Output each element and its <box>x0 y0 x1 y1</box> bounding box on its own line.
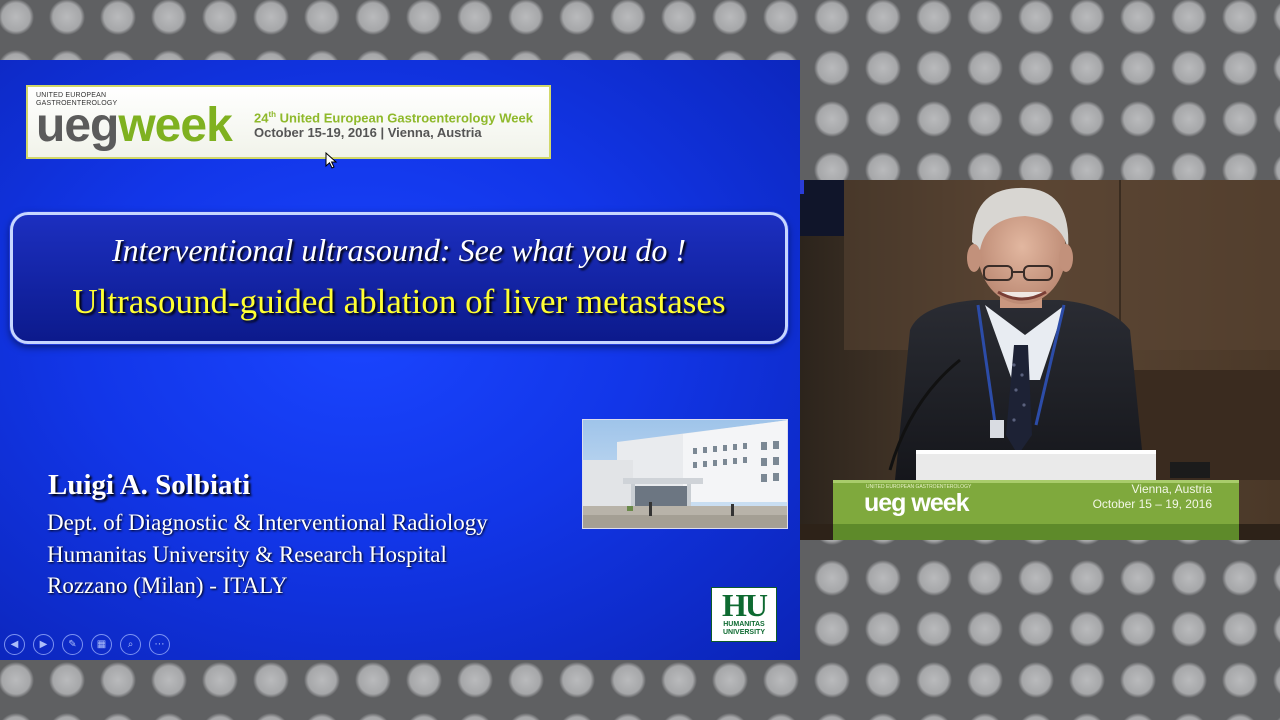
slide-title-line-1: Interventional ultrasound: See what you … <box>111 232 687 268</box>
ueg-week-logo: uegweek <box>36 99 236 153</box>
hu-initials: HU <box>722 587 768 623</box>
banner-event-name: 24th United European Gastroenterology We… <box>254 107 554 126</box>
hu-logo-line-2: UNIVERSITY <box>722 629 765 636</box>
hospital-building-photo <box>582 419 788 529</box>
event-name: United European Gastroenterology Week <box>279 110 533 126</box>
humanitas-university-logo: HU HUMANITAS UNIVERSITY <box>711 587 777 642</box>
podium-ueg-week-logo: UNITED EUROPEAN GASTROENTEROLOGY ueg wee… <box>864 484 984 518</box>
title-box: Interventional ultrasound: See what you … <box>10 212 788 344</box>
podium-location: Vienna, Austria <box>1131 482 1212 496</box>
author-name: Luigi A. Solbiati <box>48 469 251 501</box>
event-suffix: th <box>268 110 277 119</box>
slide-title-line-2: Ultrasound-guided ablation of liver meta… <box>72 282 726 321</box>
event-number: 24 <box>254 110 269 126</box>
presentation-slide: UNITED EUROPEAN GASTROENTEROLOGY uegweek… <box>0 60 800 660</box>
podium-dates: October 15 – 19, 2016 <box>1092 497 1212 511</box>
previous-slide-button[interactable]: ◀ <box>4 634 25 655</box>
zoom-button[interactable]: ⌕ <box>120 634 141 655</box>
podium-logo-ueg: ueg <box>864 489 906 517</box>
more-options-button[interactable]: ⋯ <box>149 634 170 655</box>
pen-tool-button[interactable]: ✎ <box>62 634 83 655</box>
next-slide-button[interactable]: ▶ <box>33 634 54 655</box>
logo-week-text: week <box>118 99 232 152</box>
slide-controls: ◀ ▶ ✎ ▦ ⌕ ⋯ <box>4 634 170 656</box>
podium-event-info: Vienna, Austria October 15 – 19, 2016 <box>1044 482 1212 512</box>
logo-ueg-text: ueg <box>36 99 119 152</box>
mouse-pointer-icon <box>325 152 338 169</box>
banner-dates-location: October 15-19, 2016 | Vienna, Austria <box>254 125 482 140</box>
ueg-week-banner: UNITED EUROPEAN GASTROENTEROLOGY uegweek… <box>26 85 551 159</box>
affiliation-line-2: Humanitas University & Research Hospital <box>47 542 447 567</box>
podium-logo-week: week <box>905 489 969 517</box>
affiliation-line-1: Dept. of Diagnostic & Interventional Rad… <box>47 510 488 535</box>
podium-logo-small-text: UNITED EUROPEAN GASTROENTEROLOGY <box>866 484 972 490</box>
slides-overview-button[interactable]: ▦ <box>91 634 112 655</box>
affiliation-line-3: Rozzano (Milan) - ITALY <box>47 573 288 598</box>
